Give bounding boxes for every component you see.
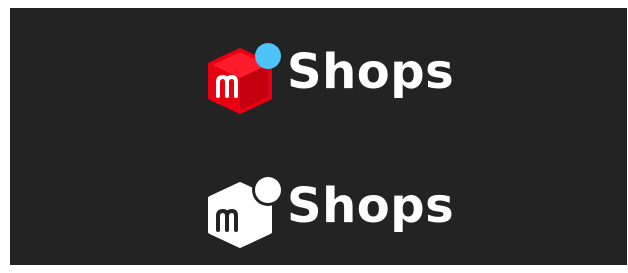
wordmark-shops: Shops: [287, 178, 455, 234]
mercari-box-icon-color: [208, 43, 281, 114]
mercari-shops-logo-monochrome: Shops: [10, 170, 627, 250]
white-circle: [255, 177, 281, 203]
wordmark-shops: Shops: [287, 44, 455, 100]
logo-sheet-background: Shops Shops: [10, 8, 627, 265]
mercari-box-icon-monochrome: [208, 174, 284, 248]
mercari-shops-logo-color: Shops: [10, 36, 627, 116]
blue-circle: [255, 43, 281, 69]
